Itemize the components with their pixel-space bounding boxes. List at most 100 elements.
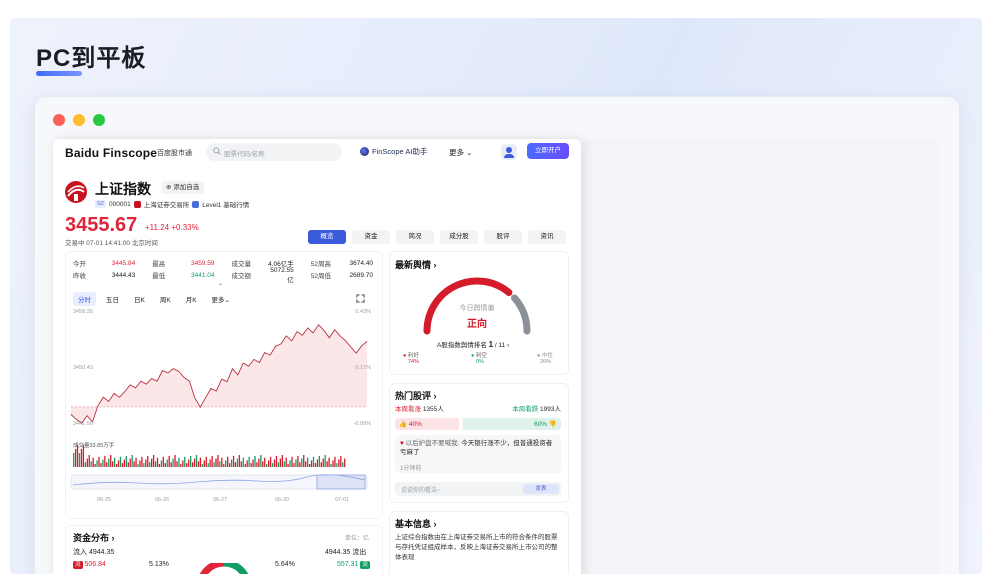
sentiment-title[interactable]: 最新舆情 › <box>395 258 437 271</box>
tab-news[interactable]: 资讯 <box>528 230 566 244</box>
volume-bar <box>340 455 342 467</box>
volume-bar <box>258 458 260 467</box>
volume-bar <box>225 460 227 467</box>
price-point <box>146 383 147 385</box>
exchange-icon <box>133 200 141 208</box>
user-avatar-icon: ♥ <box>400 440 404 447</box>
close-dot-icon[interactable] <box>53 114 65 126</box>
period-monthly[interactable]: 月K <box>181 292 202 306</box>
volume-bar <box>307 457 309 467</box>
navigator-selection <box>316 474 366 490</box>
bear-vote-button[interactable]: 60% 👎 <box>534 420 557 428</box>
volume-label: 成交量33.85万手 <box>73 443 115 449</box>
volume-bar <box>92 457 94 467</box>
price-area <box>71 324 367 424</box>
logo-subtitle[interactable]: 百度股市通 <box>157 148 192 158</box>
volume-bar <box>158 464 161 467</box>
tab-profile[interactable]: 简况 <box>396 230 434 244</box>
tab-reviews[interactable]: 股评 <box>484 230 522 244</box>
bear-count: 1993人 <box>540 406 561 413</box>
price-point <box>237 374 239 376</box>
user-avatar-icon[interactable] <box>501 144 517 160</box>
volume-bar <box>322 458 324 467</box>
tab-constituents[interactable]: 成分股 <box>440 230 478 244</box>
level-label: Level1 基础行情 <box>202 202 250 209</box>
hot-comments-title[interactable]: 热门股评 › <box>395 389 437 402</box>
period-intraday[interactable]: 分时 <box>73 292 96 306</box>
more-menu[interactable]: 更多 ⌄ <box>449 147 472 158</box>
comment-item[interactable]: ♥ 以后护盘不要喊我: 今天银行涨不少，但普通投资者亏麻了 1分钟前 <box>395 435 561 473</box>
logo[interactable]: Baidu Finscope <box>65 146 157 160</box>
volume-bar <box>172 458 174 467</box>
volume-bar <box>96 460 98 467</box>
maximize-dot-icon[interactable] <box>93 114 105 126</box>
volume-bar <box>219 461 221 467</box>
comment-body: ♥ 以后护盘不要喊我: 今天银行涨不少，但普通投资者亏麻了 <box>400 439 556 457</box>
price-point <box>108 401 109 402</box>
price-point <box>140 380 142 382</box>
today-sentiment-value: 正向 <box>467 319 487 330</box>
volume-bar <box>305 461 307 467</box>
volume-bar <box>119 456 122 467</box>
basic-title-text: 基本信息 <box>395 519 432 529</box>
period-weekly[interactable]: 周K <box>155 292 176 306</box>
expand-chevron-icon[interactable]: ⌄ <box>218 280 223 287</box>
price-point <box>269 354 271 356</box>
y-label-right: 0.17% <box>355 365 371 371</box>
volume-bar <box>80 449 83 467</box>
price-point <box>199 406 201 408</box>
volume-bar <box>229 463 231 467</box>
volume-bar <box>168 455 170 467</box>
funds-title[interactable]: 资金分布 › <box>73 531 115 544</box>
finscope-app: Baidu Finscope 百度股市通 股票代码/名称 FinScope AI… <box>53 139 581 574</box>
volume-bar <box>287 464 289 467</box>
intraday-chart[interactable]: 3458.35 3450.43 3441.50 0.43% 0.17% -0.0… <box>67 305 377 511</box>
volume-bar <box>301 458 303 467</box>
add-watchlist-button[interactable]: ⊕ 添加自选 <box>161 181 205 194</box>
period-5day[interactable]: 五日 <box>101 292 124 306</box>
ai-assistant-button[interactable]: FinScope AI助手 <box>360 146 427 157</box>
level-icon <box>192 200 200 208</box>
search-input[interactable]: 股票代码/名称 <box>206 143 342 161</box>
vote-bar[interactable]: 👍 40% 60% 👎 <box>395 418 561 430</box>
reply-input[interactable]: 说说你的看法~ 发表 <box>395 482 561 496</box>
volume-bar <box>299 462 301 467</box>
y-label-left: 3458.35 <box>73 309 93 315</box>
price-point <box>70 414 72 415</box>
legend-negative: ● 利空 0% <box>471 353 487 365</box>
sentiment-rank[interactable]: A股指数舆情排名 1 / 11 › <box>437 339 509 349</box>
volume-bar <box>262 461 264 467</box>
period-more[interactable]: 更多⌄ <box>207 292 235 306</box>
volume-bar <box>115 464 118 467</box>
chevron-right-icon: › <box>433 519 437 529</box>
section-tabs: 概览 资金 简况 成分股 股评 资讯 <box>308 230 566 244</box>
tab-funds[interactable]: 资金 <box>352 230 390 244</box>
volume-bar <box>186 463 188 467</box>
minimize-dot-icon[interactable] <box>73 114 85 126</box>
price-point <box>334 329 336 331</box>
open-account-button[interactable]: 立即开户 <box>527 143 569 159</box>
volume-bar <box>285 457 287 467</box>
search-placeholder: 股票代码/名称 <box>224 151 265 158</box>
send-button[interactable]: 发表 <box>523 484 559 494</box>
trade-status: 交易中 07-01 14:41:00 北京时间 <box>65 240 158 247</box>
volume-bar <box>127 462 129 467</box>
period-daily[interactable]: 日K <box>129 292 150 306</box>
volume-bar <box>332 460 334 467</box>
legend-neu-pct: 26% <box>540 359 552 365</box>
volume-bar <box>297 455 299 467</box>
bull-vote-button[interactable]: 👍 40% <box>399 420 422 428</box>
chevron-right-icon: › <box>111 533 115 543</box>
basic-info-title[interactable]: 基本信息 › <box>395 517 437 530</box>
volume-bar <box>193 458 196 467</box>
volume-bar <box>195 455 198 467</box>
volume-bar <box>110 455 112 467</box>
tab-overview[interactable]: 概览 <box>308 230 346 244</box>
volume-bar <box>223 464 225 467</box>
stat-value: 3674.40 <box>349 259 374 267</box>
volume-bar <box>199 457 202 467</box>
big-outflow-value: 557.31 <box>337 561 359 568</box>
volume-bar <box>320 462 322 467</box>
fullscreen-icon[interactable] <box>356 294 365 303</box>
volume-bar <box>133 461 135 467</box>
